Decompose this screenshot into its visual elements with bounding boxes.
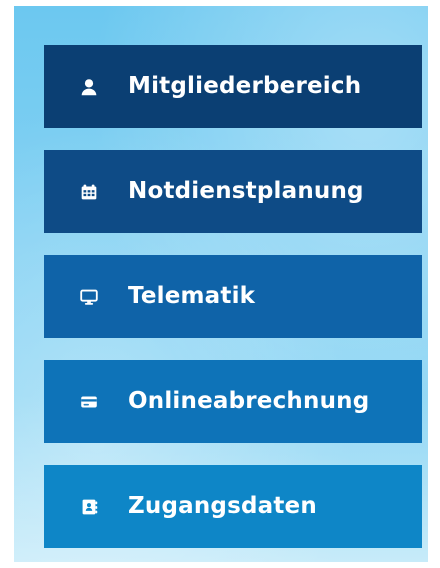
menu-item-zugangsdaten[interactable]: Zugangsdaten xyxy=(44,465,422,548)
menu-item-telematik[interactable]: Telematik xyxy=(44,255,422,338)
background-panel: Mitgliederbereich Notdienstplanung Telem… xyxy=(14,6,428,562)
credit-card-icon xyxy=(78,391,100,413)
member-nav: Mitgliederbereich Notdienstplanung Telem… xyxy=(44,45,422,548)
menu-item-notdienstplanung[interactable]: Notdienstplanung xyxy=(44,150,422,233)
user-icon xyxy=(78,76,100,98)
menu-item-label: Telematik xyxy=(128,283,256,309)
menu-item-label: Mitgliederbereich xyxy=(128,73,362,99)
menu-item-onlineabrechnung[interactable]: Onlineabrechnung xyxy=(44,360,422,443)
menu-item-mitgliederbereich[interactable]: Mitgliederbereich xyxy=(44,45,422,128)
menu-item-label: Notdienstplanung xyxy=(128,178,364,204)
address-book-icon xyxy=(78,496,100,518)
menu-item-label: Zugangsdaten xyxy=(128,493,317,519)
calendar-icon xyxy=(78,181,100,203)
monitor-icon xyxy=(78,286,100,308)
menu-item-label: Onlineabrechnung xyxy=(128,388,370,414)
